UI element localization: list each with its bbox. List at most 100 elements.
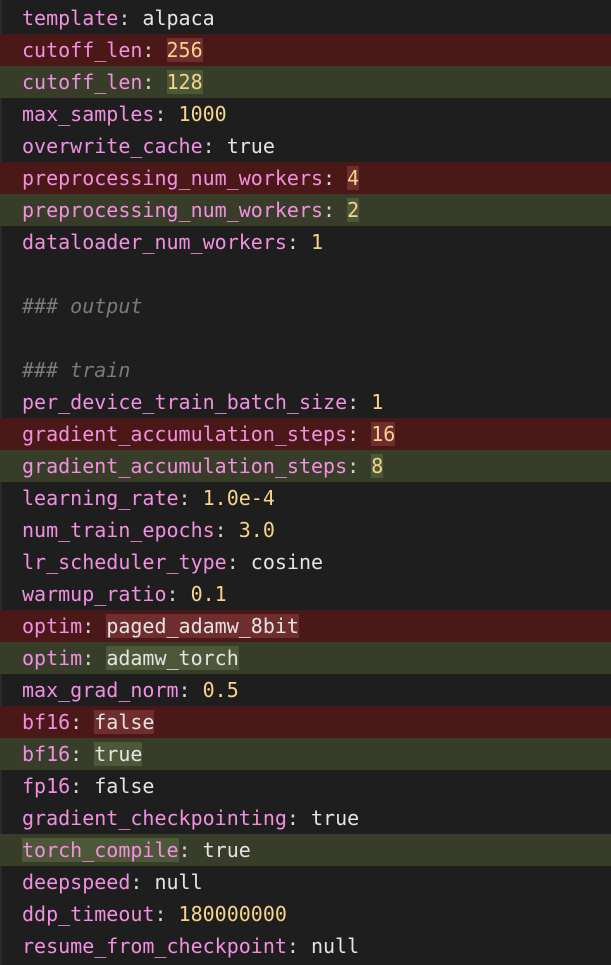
yaml-key: warmup_ratio [22,582,167,606]
added-line[interactable]: optim: adamw_torch [0,642,611,674]
added-line[interactable]: gradient_accumulation_steps: 8 [0,450,611,482]
code-line[interactable]: gradient_checkpointing: true [0,802,611,834]
yaml-key: bf16 [22,742,71,766]
yaml-key: template [22,6,119,30]
added-line[interactable]: preprocessing_num_workers: 2 [0,194,611,226]
comment-text: ### output [22,294,143,318]
colon-separator: : [70,774,95,798]
colon-separator: : [286,806,311,830]
code-line[interactable]: ### output [0,290,611,322]
code-line[interactable]: dataloader_num_workers: 1 [0,226,611,258]
yaml-value: 2 [347,198,360,222]
colon-separator: : [70,710,95,734]
yaml-value: true [94,742,143,766]
yaml-key: per_device_train_batch_size [22,390,348,414]
yaml-key: deepspeed [22,870,131,894]
colon-separator: : [178,486,203,510]
colon-separator: : [286,230,311,254]
yaml-value: alpaca [142,6,215,30]
yaml-key: gradient_accumulation_steps [22,454,348,478]
colon-separator: : [226,550,251,574]
yaml-value: true [202,838,251,862]
colon-separator: : [178,838,203,862]
yaml-key: preprocessing_num_workers [22,198,324,222]
removed-line[interactable]: optim: paged_adamw_8bit [0,610,611,642]
removed-line[interactable]: gradient_accumulation_steps: 16 [0,418,611,450]
code-editor[interactable]: template: alpaca cutoff_len: 256 cutoff_le… [0,2,611,962]
colon-separator: : [347,454,372,478]
code-line[interactable]: max_grad_norm: 0.5 [0,674,611,706]
colon-separator: : [154,102,179,126]
colon-separator: : [82,646,107,670]
colon-separator: : [142,70,167,94]
code-line[interactable]: deepspeed: null [0,866,611,898]
colon-separator: : [286,934,311,958]
yaml-key: gradient_checkpointing [22,806,287,830]
colon-separator: : [323,198,348,222]
colon-separator: : [347,422,372,446]
code-line[interactable]: overwrite_cache: true [0,130,611,162]
yaml-key: ddp_timeout [22,902,155,926]
yaml-key: preprocessing_num_workers [22,166,324,190]
yaml-key: optim [22,646,83,670]
removed-line[interactable]: preprocessing_num_workers: 4 [0,162,611,194]
colon-separator: : [214,518,239,542]
yaml-value: false [94,774,155,798]
colon-separator: : [323,166,348,190]
yaml-value: paged_adamw_8bit [106,614,299,638]
yaml-value: 256 [166,38,203,62]
added-line[interactable]: cutoff_len: 128 [0,66,611,98]
colon-separator: : [70,742,95,766]
yaml-key: gradient_accumulation_steps [22,422,348,446]
yaml-value: 8 [371,454,384,478]
yaml-key: bf16 [22,710,71,734]
yaml-key: cutoff_len [22,38,143,62]
yaml-key: lr_scheduler_type [22,550,227,574]
yaml-value: 128 [166,70,203,94]
removed-line[interactable]: cutoff_len: 256 [0,34,611,66]
colon-separator: : [118,6,143,30]
code-line[interactable] [0,258,611,290]
colon-separator: : [202,134,227,158]
yaml-key: learning_rate [22,486,179,510]
colon-separator: : [178,678,203,702]
colon-separator: : [82,614,107,638]
removed-line[interactable]: bf16: false [0,706,611,738]
code-line[interactable]: num_train_epochs: 3.0 [0,514,611,546]
comment-text: ### train [22,358,131,382]
colon-separator: : [130,870,155,894]
yaml-key: fp16 [22,774,71,798]
code-line[interactable]: learning_rate: 1.0e-4 [0,482,611,514]
yaml-value: 4 [347,166,360,190]
colon-separator: : [154,902,179,926]
yaml-value: 1 [371,390,384,414]
code-line[interactable]: per_device_train_batch_size: 1 [0,386,611,418]
yaml-key: resume_from_checkpoint [22,934,287,958]
yaml-value: null [311,934,360,958]
added-line[interactable]: torch_compile: true [0,834,611,866]
code-line[interactable]: warmup_ratio: 0.1 [0,578,611,610]
yaml-value: adamw_torch [106,646,239,670]
code-line[interactable]: resume_from_checkpoint: null [0,930,611,962]
code-line[interactable]: ### train [0,354,611,386]
code-line[interactable] [0,322,611,354]
yaml-value: 1000 [178,102,227,126]
yaml-key: optim [22,614,83,638]
yaml-key: cutoff_len [22,70,143,94]
added-line[interactable]: bf16: true [0,738,611,770]
colon-separator: : [142,38,167,62]
yaml-key: overwrite_cache [22,134,203,158]
yaml-key: max_samples [22,102,155,126]
yaml-value: null [154,870,203,894]
yaml-value: false [94,710,155,734]
yaml-key: num_train_epochs [22,518,215,542]
code-line[interactable]: lr_scheduler_type: cosine [0,546,611,578]
code-line[interactable]: fp16: false [0,770,611,802]
yaml-key: max_grad_norm [22,678,179,702]
colon-separator: : [166,582,191,606]
code-line[interactable]: max_samples: 1000 [0,98,611,130]
code-line[interactable]: template: alpaca [0,2,611,34]
yaml-value: 180000000 [178,902,287,926]
code-line[interactable]: ddp_timeout: 180000000 [0,898,611,930]
yaml-value: 0.1 [190,582,227,606]
